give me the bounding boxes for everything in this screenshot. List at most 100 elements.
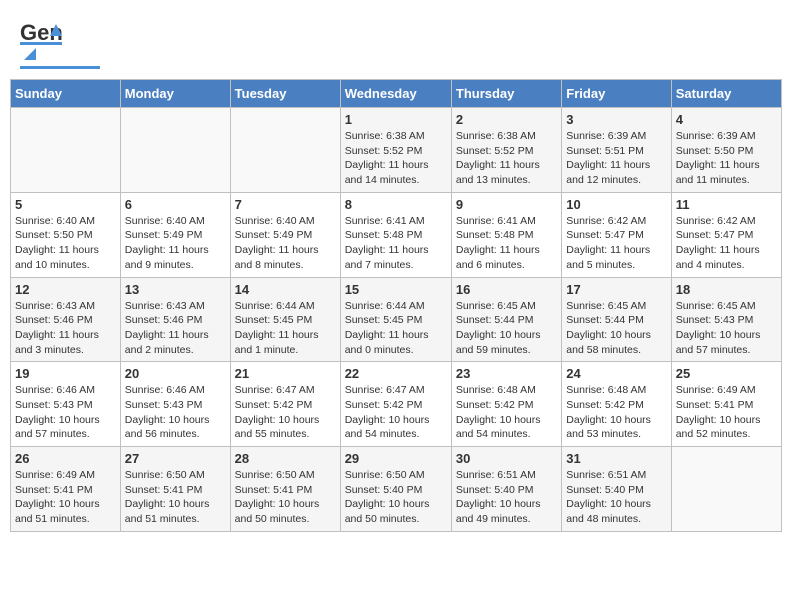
day-number: 14 [235, 282, 336, 297]
day-number: 1 [345, 112, 447, 127]
logo-underline [20, 66, 100, 69]
day-info: Sunrise: 6:40 AMSunset: 5:50 PMDaylight:… [15, 214, 116, 273]
day-number: 2 [456, 112, 557, 127]
calendar-cell: 4Sunrise: 6:39 AMSunset: 5:50 PMDaylight… [671, 108, 781, 193]
weekday-header-tuesday: Tuesday [230, 80, 340, 108]
calendar-cell: 28Sunrise: 6:50 AMSunset: 5:41 PMDayligh… [230, 447, 340, 532]
day-info: Sunrise: 6:39 AMSunset: 5:51 PMDaylight:… [566, 129, 666, 188]
day-info: Sunrise: 6:46 AMSunset: 5:43 PMDaylight:… [125, 383, 226, 442]
day-number: 8 [345, 197, 447, 212]
logo-triangle-icon [22, 46, 38, 62]
page-header: General [10, 10, 782, 75]
calendar-cell [671, 447, 781, 532]
day-number: 23 [456, 366, 557, 381]
calendar-cell: 14 Sunrise: 6:44 AMSunset: 5:45 PMDayligh… [230, 277, 340, 362]
calendar-cell: 15 Sunrise: 6:44 AMSunset: 5:45 PMDayligh… [340, 277, 451, 362]
day-number: 4 [676, 112, 777, 127]
weekday-header-wednesday: Wednesday [340, 80, 451, 108]
calendar-week-row: 12 Sunrise: 6:43 AMSunset: 5:46 PMDayligh… [11, 277, 782, 362]
calendar-cell [120, 108, 230, 193]
day-number: 3 [566, 112, 666, 127]
day-info: Sunrise: 6:38 AMSunset: 5:52 PMDaylight:… [345, 129, 447, 188]
calendar-cell: 18Sunrise: 6:45 AMSunset: 5:43 PMDayligh… [671, 277, 781, 362]
logo: General [20, 18, 100, 69]
weekday-header-monday: Monday [120, 80, 230, 108]
calendar-cell: 3 Sunrise: 6:39 AMSunset: 5:51 PMDaylight… [562, 108, 671, 193]
weekday-header-sunday: Sunday [11, 80, 121, 108]
day-info: Sunrise: 6:51 AMSunset: 5:40 PMDaylight:… [566, 468, 666, 527]
calendar-cell: 11 Sunrise: 6:42 AMSunset: 5:47 PMDayligh… [671, 192, 781, 277]
calendar-cell: 22 Sunrise: 6:47 AMSunset: 5:42 PMDayligh… [340, 362, 451, 447]
calendar-cell: 2 Sunrise: 6:38 AMSunset: 5:52 PMDaylight… [451, 108, 561, 193]
day-number: 28 [235, 451, 336, 466]
day-number: 17 [566, 282, 666, 297]
day-number: 30 [456, 451, 557, 466]
day-info: Sunrise: 6:47 AMSunset: 5:42 PMDaylight:… [235, 383, 336, 442]
day-info: Sunrise: 6:50 AMSunset: 5:40 PMDaylight:… [345, 468, 447, 527]
calendar-week-row: 1 Sunrise: 6:38 AMSunset: 5:52 PMDaylight… [11, 108, 782, 193]
calendar-cell: 31 Sunrise: 6:51 AMSunset: 5:40 PMDayligh… [562, 447, 671, 532]
day-number: 11 [676, 197, 777, 212]
calendar-cell: 20 Sunrise: 6:46 AMSunset: 5:43 PMDayligh… [120, 362, 230, 447]
day-info: Sunrise: 6:40 AMSunset: 5:49 PMDaylight:… [235, 214, 336, 273]
day-info: Sunrise: 6:38 AMSunset: 5:52 PMDaylight:… [456, 129, 557, 188]
day-number: 31 [566, 451, 666, 466]
day-info: Sunrise: 6:49 AMSunset: 5:41 PMDaylight:… [15, 468, 116, 527]
day-number: 16 [456, 282, 557, 297]
day-info: Sunrise: 6:43 AMSunset: 5:46 PMDaylight:… [125, 299, 226, 358]
calendar-cell: 6Sunrise: 6:40 AMSunset: 5:49 PMDaylight… [120, 192, 230, 277]
weekday-header-thursday: Thursday [451, 80, 561, 108]
day-info: Sunrise: 6:42 AMSunset: 5:47 PMDaylight:… [676, 214, 777, 273]
day-number: 29 [345, 451, 447, 466]
day-info: Sunrise: 6:45 AMSunset: 5:44 PMDaylight:… [456, 299, 557, 358]
day-info: Sunrise: 6:43 AMSunset: 5:46 PMDaylight:… [15, 299, 116, 358]
day-info: Sunrise: 6:50 AMSunset: 5:41 PMDaylight:… [125, 468, 226, 527]
calendar-cell: 24 Sunrise: 6:48 AMSunset: 5:42 PMDayligh… [562, 362, 671, 447]
day-number: 15 [345, 282, 447, 297]
day-info: Sunrise: 6:46 AMSunset: 5:43 PMDaylight:… [15, 383, 116, 442]
day-info: Sunrise: 6:40 AMSunset: 5:49 PMDaylight:… [125, 214, 226, 273]
day-info: Sunrise: 6:41 AMSunset: 5:48 PMDaylight:… [345, 214, 447, 273]
day-number: 10 [566, 197, 666, 212]
day-number: 12 [15, 282, 116, 297]
calendar-cell: 5 Sunrise: 6:40 AMSunset: 5:50 PMDaylight… [11, 192, 121, 277]
day-info: Sunrise: 6:45 AMSunset: 5:44 PMDaylight:… [566, 299, 666, 358]
day-number: 24 [566, 366, 666, 381]
day-number: 19 [15, 366, 116, 381]
day-info: Sunrise: 6:49 AMSunset: 5:41 PMDaylight:… [676, 383, 777, 442]
day-info: Sunrise: 6:51 AMSunset: 5:40 PMDaylight:… [456, 468, 557, 527]
day-number: 21 [235, 366, 336, 381]
day-number: 25 [676, 366, 777, 381]
calendar-week-row: 5 Sunrise: 6:40 AMSunset: 5:50 PMDaylight… [11, 192, 782, 277]
weekday-header-friday: Friday [562, 80, 671, 108]
calendar-week-row: 26Sunrise: 6:49 AMSunset: 5:41 PMDayligh… [11, 447, 782, 532]
weekday-header-row: SundayMondayTuesdayWednesdayThursdayFrid… [11, 80, 782, 108]
calendar-cell [230, 108, 340, 193]
calendar-cell: 23 Sunrise: 6:48 AMSunset: 5:42 PMDayligh… [451, 362, 561, 447]
calendar-cell [11, 108, 121, 193]
calendar-table: SundayMondayTuesdayWednesdayThursdayFrid… [10, 79, 782, 532]
day-number: 20 [125, 366, 226, 381]
day-info: Sunrise: 6:48 AMSunset: 5:42 PMDaylight:… [456, 383, 557, 442]
day-info: Sunrise: 6:48 AMSunset: 5:42 PMDaylight:… [566, 383, 666, 442]
calendar-cell: 25 Sunrise: 6:49 AMSunset: 5:41 PMDayligh… [671, 362, 781, 447]
day-info: Sunrise: 6:42 AMSunset: 5:47 PMDaylight:… [566, 214, 666, 273]
calendar-cell: 27Sunrise: 6:50 AMSunset: 5:41 PMDayligh… [120, 447, 230, 532]
calendar-cell: 30 Sunrise: 6:51 AMSunset: 5:40 PMDayligh… [451, 447, 561, 532]
day-number: 5 [15, 197, 116, 212]
calendar-cell: 1 Sunrise: 6:38 AMSunset: 5:52 PMDaylight… [340, 108, 451, 193]
calendar-cell: 13 Sunrise: 6:43 AMSunset: 5:46 PMDayligh… [120, 277, 230, 362]
day-info: Sunrise: 6:47 AMSunset: 5:42 PMDaylight:… [345, 383, 447, 442]
calendar-cell: 17 Sunrise: 6:45 AMSunset: 5:44 PMDayligh… [562, 277, 671, 362]
calendar-cell: 10 Sunrise: 6:42 AMSunset: 5:47 PMDayligh… [562, 192, 671, 277]
day-info: Sunrise: 6:44 AMSunset: 5:45 PMDaylight:… [345, 299, 447, 358]
day-info: Sunrise: 6:41 AMSunset: 5:48 PMDaylight:… [456, 214, 557, 273]
day-number: 13 [125, 282, 226, 297]
calendar-cell: 29 Sunrise: 6:50 AMSunset: 5:40 PMDayligh… [340, 447, 451, 532]
calendar-cell: 9Sunrise: 6:41 AMSunset: 5:48 PMDaylight… [451, 192, 561, 277]
day-info: Sunrise: 6:44 AMSunset: 5:45 PMDaylight:… [235, 299, 336, 358]
calendar-cell: 8 Sunrise: 6:41 AMSunset: 5:48 PMDaylight… [340, 192, 451, 277]
day-info: Sunrise: 6:45 AMSunset: 5:43 PMDaylight:… [676, 299, 777, 358]
day-number: 22 [345, 366, 447, 381]
weekday-header-saturday: Saturday [671, 80, 781, 108]
